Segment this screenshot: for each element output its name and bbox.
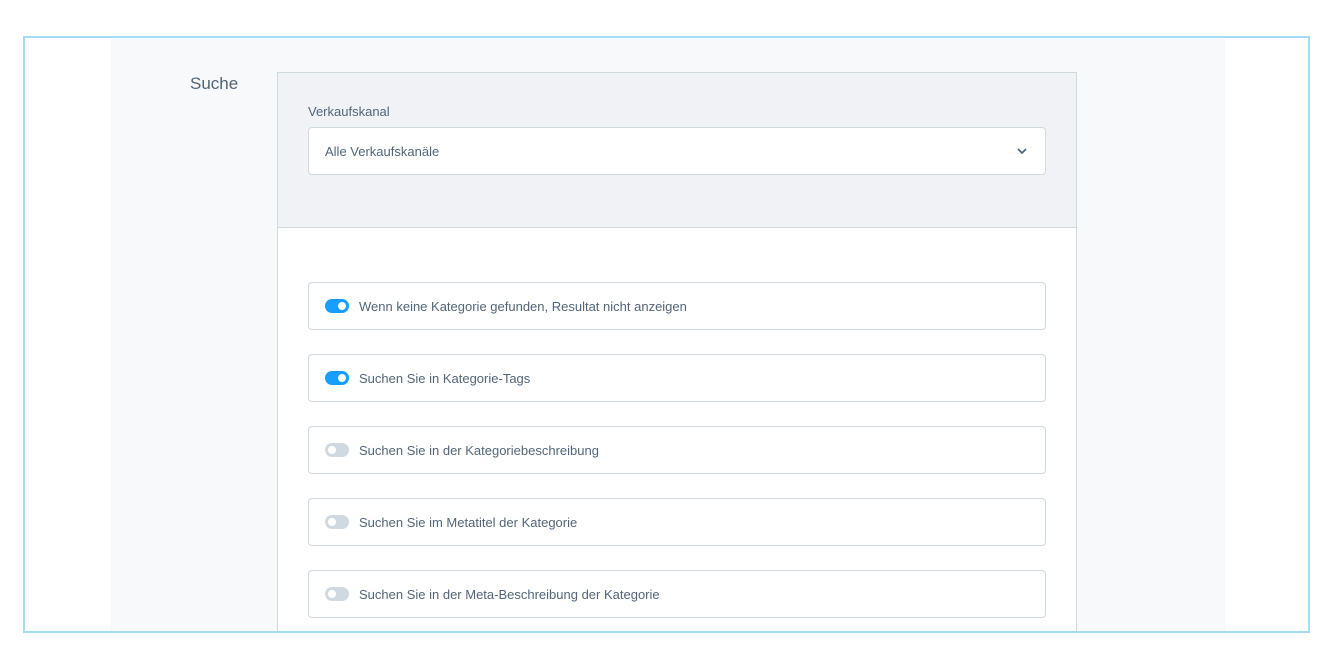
toggle-label[interactable]: Suchen Sie in der Meta-Beschreibung der … bbox=[359, 587, 660, 602]
toggle-label[interactable]: Suchen Sie im Metatitel der Kategorie bbox=[359, 515, 577, 530]
toggle-row-search-meta-title: Suchen Sie im Metatitel der Kategorie bbox=[308, 498, 1046, 546]
switch-knob bbox=[338, 374, 346, 382]
switch-knob bbox=[328, 446, 336, 454]
toggle-label[interactable]: Suchen Sie in Kategorie-Tags bbox=[359, 371, 530, 386]
toggle-row-search-description: Suchen Sie in der Kategoriebeschreibung bbox=[308, 426, 1046, 474]
toggle-switch[interactable] bbox=[325, 371, 349, 385]
settings-frame: Suche Verkaufskanal Alle Verkaufskanäle … bbox=[23, 36, 1310, 633]
switch-knob bbox=[328, 518, 336, 526]
toggle-switch[interactable] bbox=[325, 515, 349, 529]
sales-channel-select[interactable]: Alle Verkaufskanäle bbox=[308, 127, 1046, 175]
toggle-switch[interactable] bbox=[325, 299, 349, 313]
toggle-switch[interactable] bbox=[325, 587, 349, 601]
toggle-row-search-meta-description: Suchen Sie in der Meta-Beschreibung der … bbox=[308, 570, 1046, 618]
toggle-row-search-tags: Suchen Sie in Kategorie-Tags bbox=[308, 354, 1046, 402]
switch-knob bbox=[328, 590, 336, 598]
sales-channel-label: Verkaufskanal bbox=[308, 104, 390, 119]
chevron-down-icon bbox=[1017, 148, 1027, 154]
toggle-row-hide-no-category: Wenn keine Kategorie gefunden, Resultat … bbox=[308, 282, 1046, 330]
card-header: Verkaufskanal Alle Verkaufskanäle bbox=[278, 73, 1076, 228]
toggle-label[interactable]: Wenn keine Kategorie gefunden, Resultat … bbox=[359, 299, 687, 314]
sales-channel-selected-value: Alle Verkaufskanäle bbox=[325, 144, 440, 159]
switch-knob bbox=[338, 302, 346, 310]
search-settings-card: Verkaufskanal Alle Verkaufskanäle Wenn k… bbox=[277, 72, 1077, 631]
toggle-switch[interactable] bbox=[325, 443, 349, 457]
toggle-label[interactable]: Suchen Sie in der Kategoriebeschreibung bbox=[359, 443, 599, 458]
section-title: Suche bbox=[190, 74, 239, 93]
